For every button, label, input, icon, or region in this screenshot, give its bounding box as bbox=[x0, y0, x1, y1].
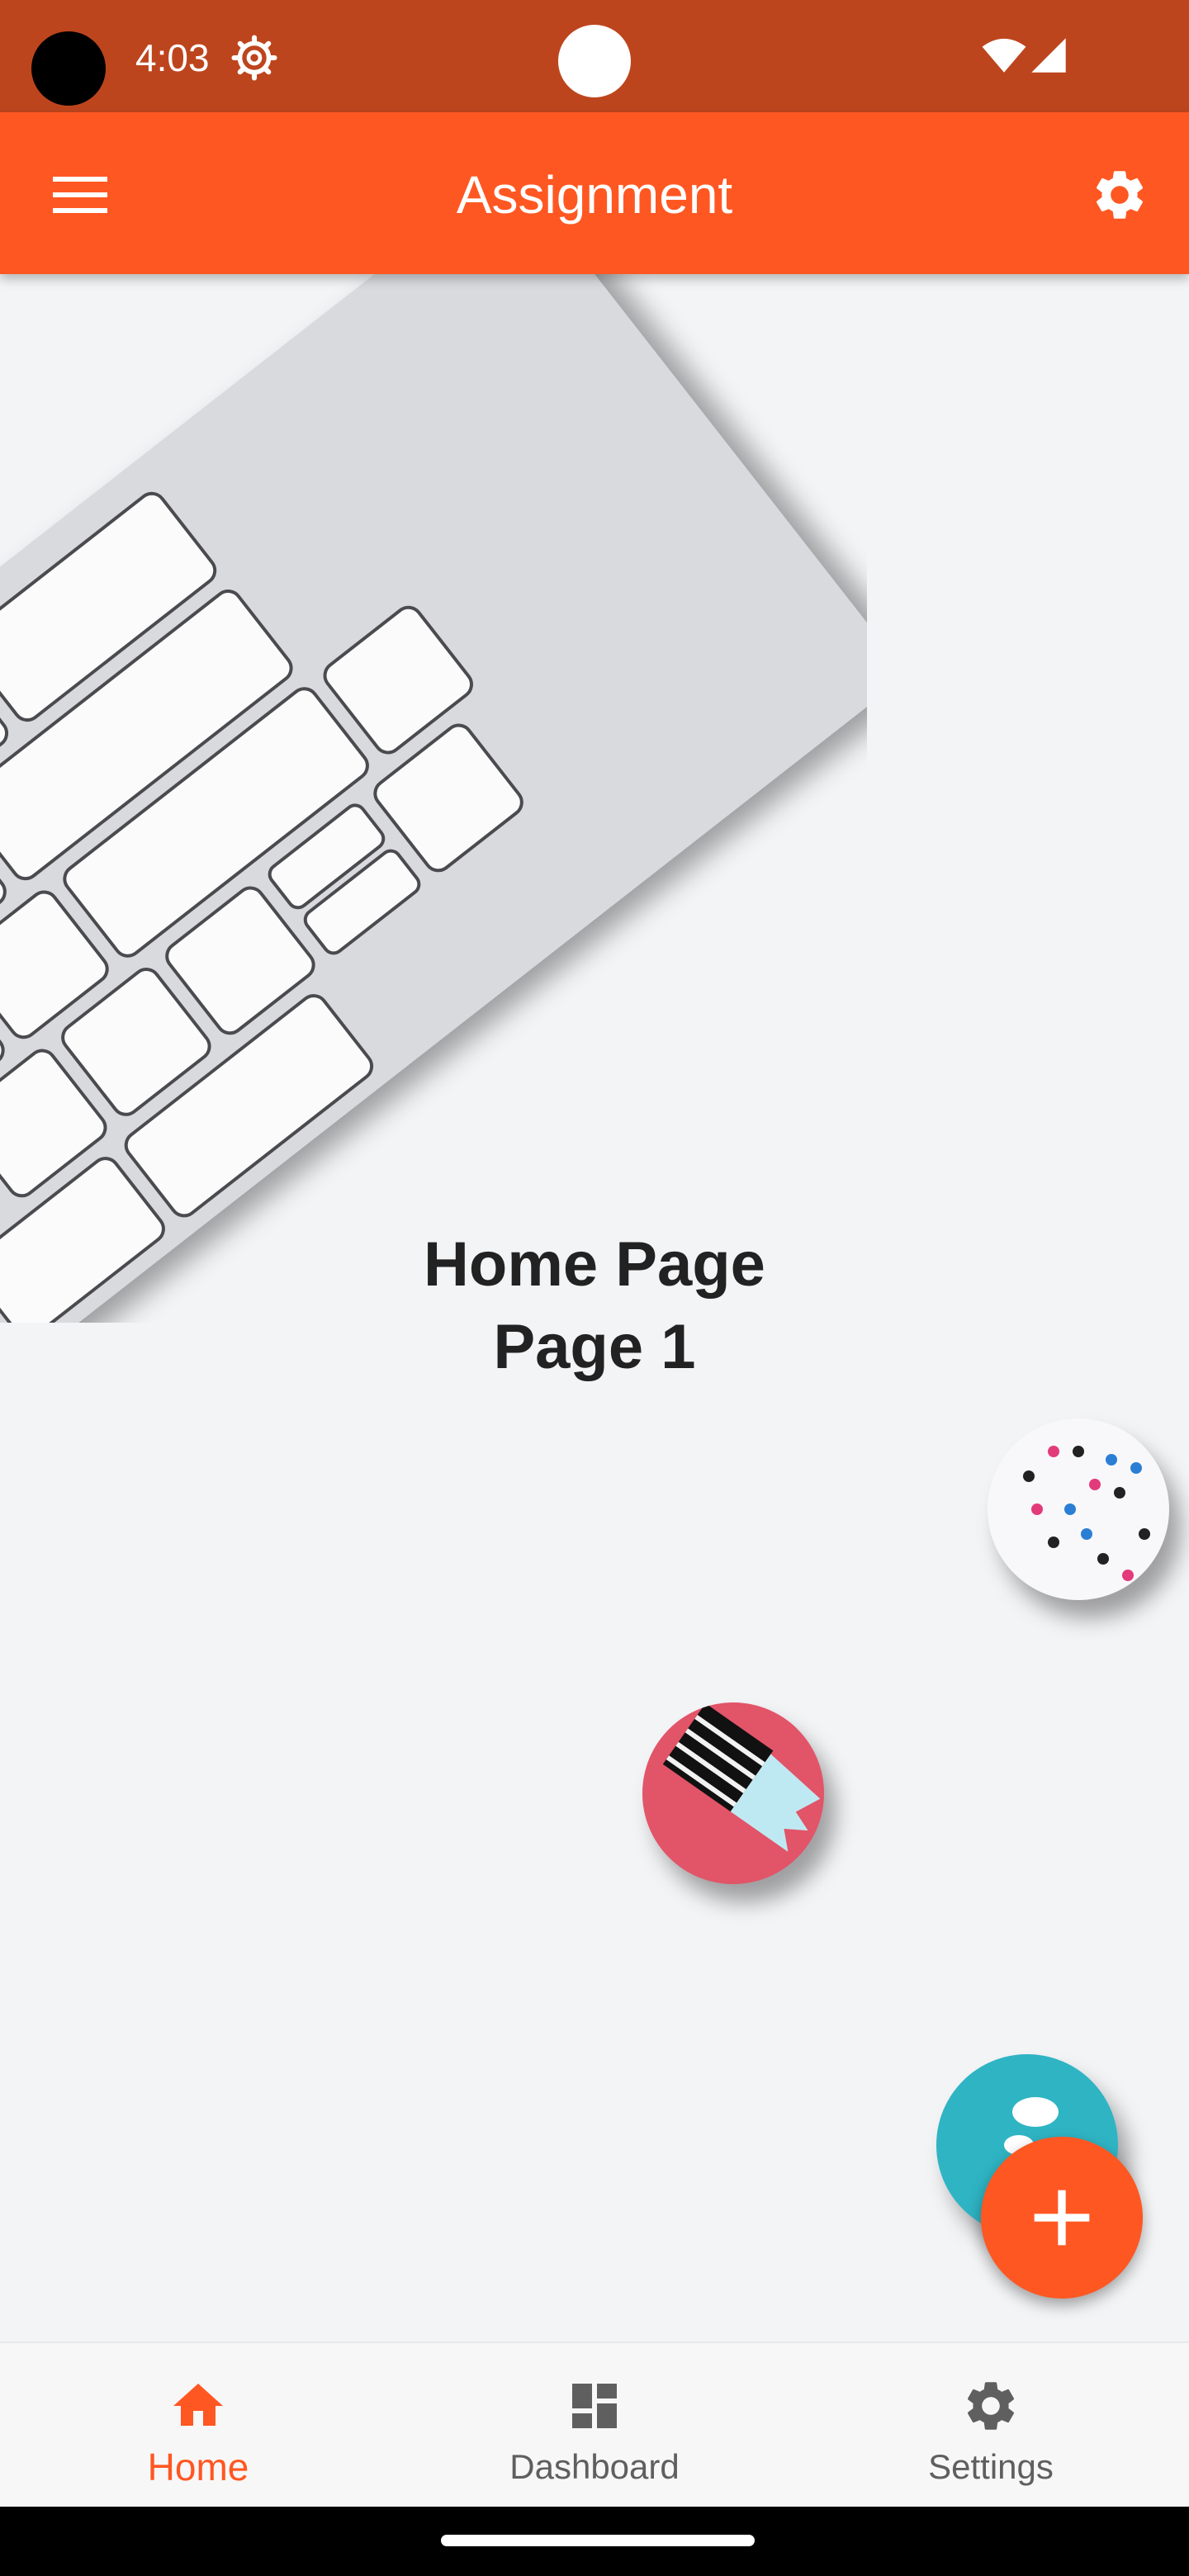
nav-label-home: Home bbox=[147, 2446, 249, 2488]
wifi-icon bbox=[982, 38, 1026, 73]
nav-item-dashboard[interactable]: Dashboard bbox=[396, 2343, 793, 2508]
nav-label-dashboard: Dashboard bbox=[509, 2447, 680, 2486]
plus-icon bbox=[1034, 2190, 1090, 2246]
heading-line-1: Home Page bbox=[424, 1229, 765, 1300]
status-bar: 4:03 bbox=[0, 0, 1189, 112]
camera-cutout bbox=[31, 31, 106, 106]
bottom-navigation: Home Dashboard Settings bbox=[0, 2342, 1189, 2508]
home-icon bbox=[173, 2384, 223, 2426]
dotted-pin-image bbox=[988, 1418, 1169, 1600]
add-fab-button[interactable] bbox=[981, 2137, 1143, 2299]
front-sensor bbox=[558, 25, 631, 97]
dashboard-icon bbox=[572, 2384, 617, 2428]
settings-gear-icon bbox=[231, 35, 277, 81]
nav-item-home[interactable]: Home bbox=[0, 2343, 396, 2508]
gear-icon bbox=[967, 2382, 1015, 2430]
gesture-nav-bar bbox=[0, 2507, 1189, 2576]
home-content: Home Page Page 1 bbox=[0, 274, 1189, 2342]
gesture-handle[interactable] bbox=[441, 2535, 755, 2546]
keyboard-image bbox=[0, 274, 867, 1323]
app-title: Assignment bbox=[456, 165, 733, 225]
nav-item-settings[interactable]: Settings bbox=[793, 2343, 1189, 2508]
page-heading: Home Page Page 1 bbox=[0, 1224, 1189, 1389]
status-time: 4:03 bbox=[135, 36, 210, 79]
app-bar: Assignment bbox=[0, 112, 1189, 274]
gear-icon[interactable] bbox=[1090, 165, 1149, 225]
cell-signal-icon bbox=[1031, 38, 1066, 73]
heading-line-2: Page 1 bbox=[493, 1312, 696, 1382]
nav-label-settings: Settings bbox=[928, 2447, 1054, 2486]
pink-pin-image bbox=[642, 1702, 824, 1884]
